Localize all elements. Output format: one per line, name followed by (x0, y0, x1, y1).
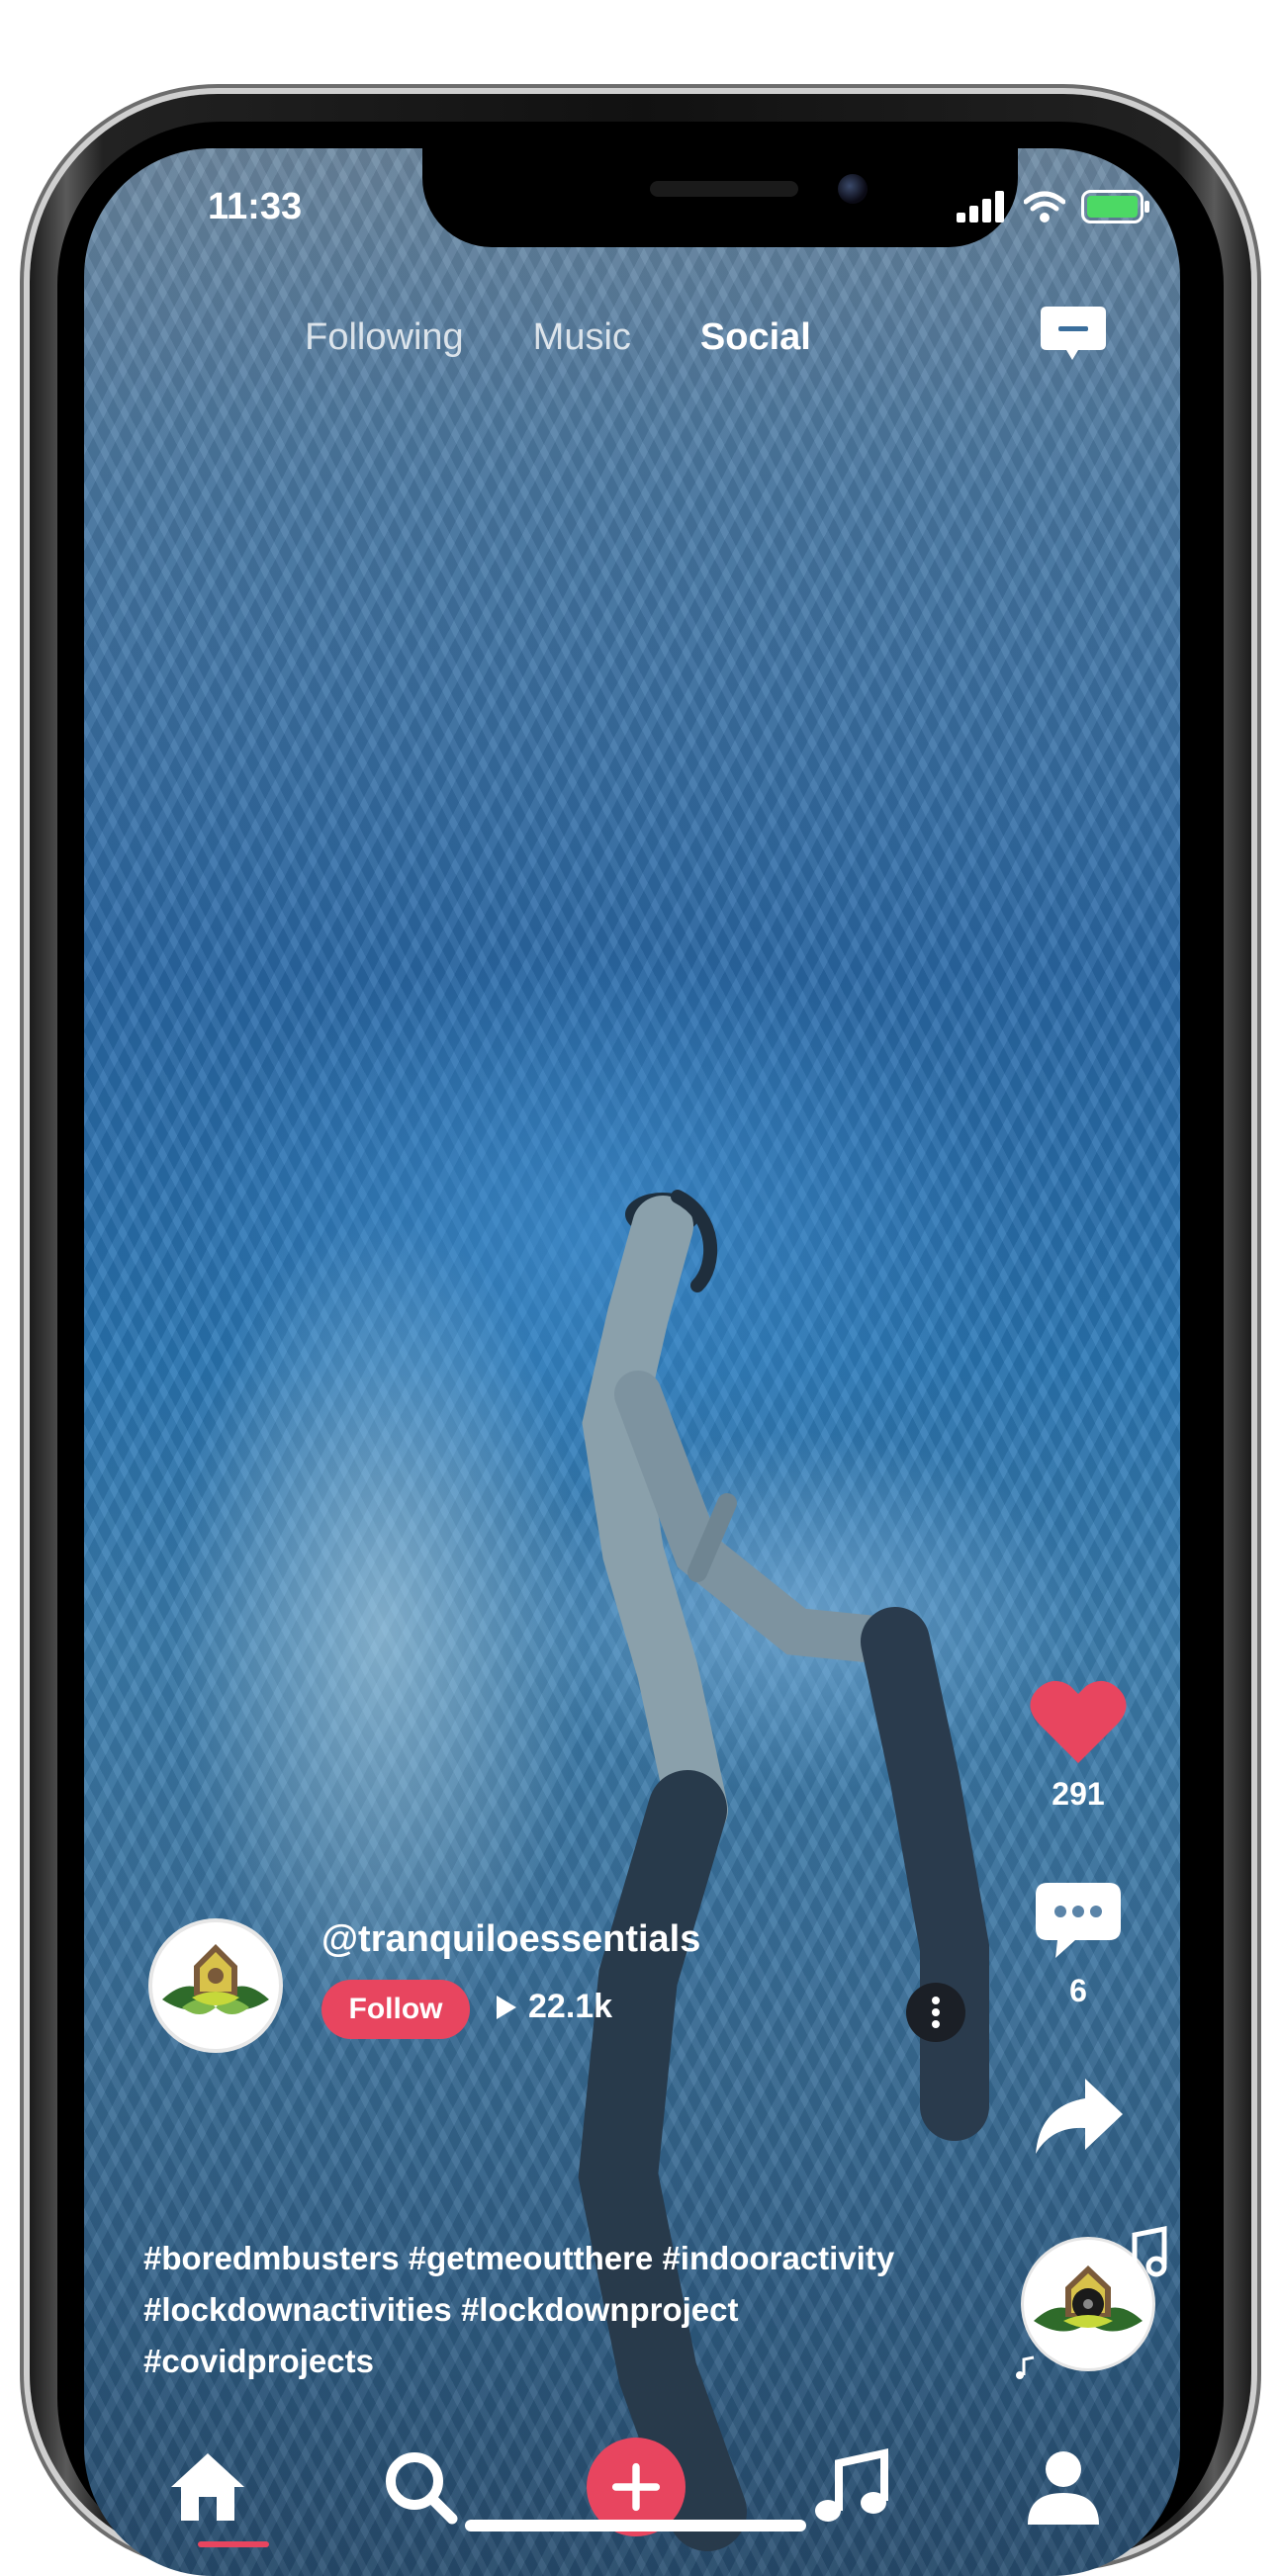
search-icon (386, 2452, 458, 2525)
play-icon (497, 1995, 516, 2019)
signal-icon (957, 191, 1004, 222)
caption-line[interactable]: #lockdownactivities #lockdownproject (143, 2284, 935, 2336)
tab-following[interactable]: Following (300, 316, 469, 359)
nav-profile[interactable] (1014, 2438, 1113, 2536)
inbox-icon[interactable] (1039, 305, 1108, 366)
heart-icon (1030, 1680, 1127, 1763)
home-icon (171, 2453, 244, 2521)
author-handle[interactable]: @tranquiloessentials (321, 1918, 700, 1961)
profile-icon (1028, 2451, 1099, 2525)
front-camera (838, 174, 868, 204)
play-count: 22.1k (495, 1988, 612, 2026)
lotus-logo-icon (162, 1944, 269, 2014)
status-icons (957, 190, 1150, 223)
wifi-icon (1024, 191, 1065, 222)
caption-hashtags: #boredmbusters #getmeoutthere #indooract… (143, 2233, 935, 2387)
follow-button[interactable]: Follow (321, 1980, 470, 2039)
comment-icon (1036, 1883, 1121, 1958)
like-count: 291 (1052, 1776, 1105, 1812)
status-time: 11:33 (208, 186, 303, 227)
video-frame-diver (578, 1190, 989, 2551)
small-music-note-icon (1016, 2355, 1035, 2379)
feed-tabs: Following Music Social (84, 316, 1180, 359)
music-icon (815, 2448, 888, 2522)
share-arrow-icon (1036, 2079, 1123, 2154)
comment-button[interactable]: 6 (1029, 1881, 1128, 2009)
notch (422, 148, 1018, 247)
nav-music[interactable] (801, 2438, 900, 2536)
vertical-dots-icon (932, 1997, 940, 2028)
home-active-indicator (198, 2541, 269, 2547)
floating-music-note-icon (1116, 2225, 1167, 2283)
nav-search[interactable] (371, 2438, 470, 2536)
like-button[interactable]: 291 (1029, 1676, 1128, 1813)
tab-social[interactable]: Social (695, 316, 816, 359)
caption-line[interactable]: #covidprojects (143, 2336, 935, 2387)
comment-count: 6 (1069, 1973, 1087, 2008)
video-screen[interactable]: 11:33 Following Music Social 291 6 @tran… (84, 148, 1180, 2576)
share-button[interactable] (1029, 2077, 1128, 2161)
battery-icon (1081, 190, 1149, 223)
play-count-value: 22.1k (528, 1988, 613, 2025)
more-options-button[interactable] (906, 1983, 965, 2042)
nav-home[interactable] (158, 2438, 269, 2547)
earpiece-speaker (650, 181, 798, 197)
caption-line[interactable]: #boredmbusters #getmeoutthere #indooract… (143, 2233, 935, 2284)
author-avatar[interactable] (148, 1918, 283, 2053)
tab-music[interactable]: Music (528, 316, 636, 359)
home-indicator-bar[interactable] (465, 2520, 806, 2532)
